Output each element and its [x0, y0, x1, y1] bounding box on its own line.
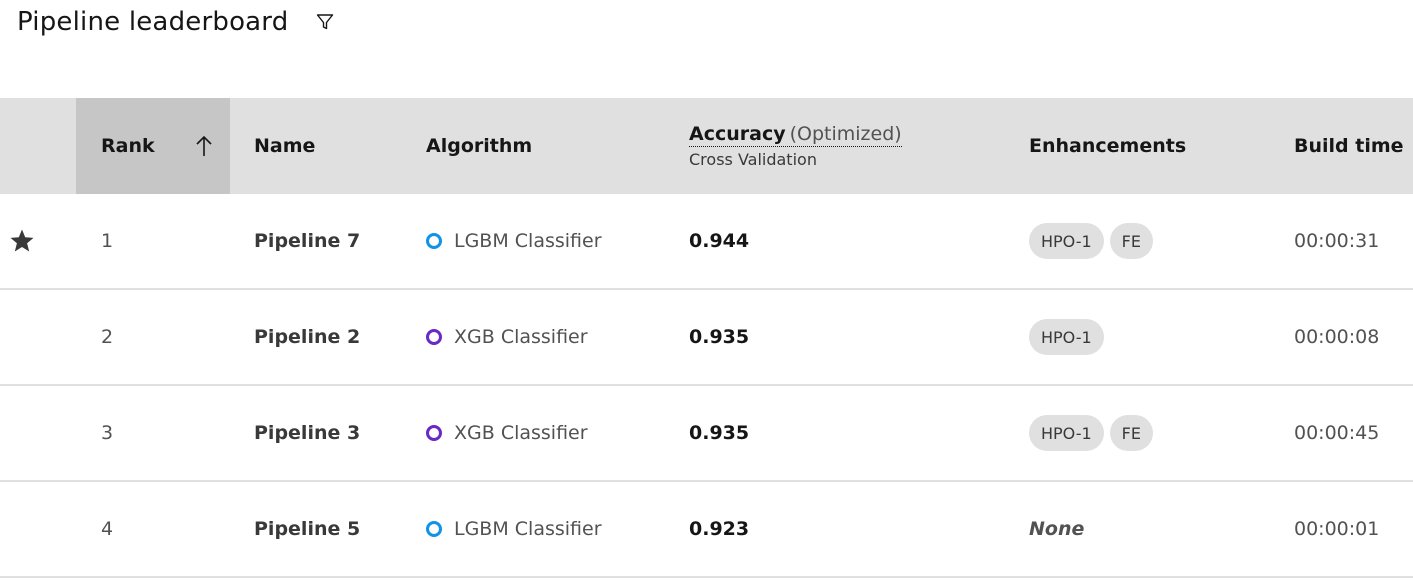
enhancement-tag: HPO-1	[1029, 319, 1104, 355]
rank-value: 4	[101, 518, 114, 540]
algorithm-dot-icon	[426, 521, 442, 537]
accuracy-cell: 0.923	[666, 482, 1006, 576]
page-header: Pipeline leaderboard	[17, 0, 336, 44]
enhancements-cell: HPO-1	[1006, 290, 1270, 384]
name-cell[interactable]: Pipeline 7	[230, 194, 402, 288]
build-time-value: 00:00:45	[1294, 422, 1380, 444]
accuracy-value: 0.923	[689, 518, 750, 540]
rank-cell: 4	[76, 482, 230, 576]
name-cell[interactable]: Pipeline 2	[230, 290, 402, 384]
table-row[interactable]: 1 Pipeline 7 LGBM Classifier 0.944 HPO-1…	[0, 194, 1413, 290]
algorithm-value: XGB Classifier	[454, 326, 588, 348]
accuracy-cell: 0.935	[666, 386, 1006, 480]
header-enhancements[interactable]: Enhancements	[1006, 98, 1270, 194]
table-row[interactable]: 2 Pipeline 2 XGB Classifier 0.935 HPO-1 …	[0, 290, 1413, 386]
build-time-value: 00:00:31	[1294, 230, 1380, 252]
leaderboard-table: Rank Name Algorithm Accuracy (Optimized) …	[0, 98, 1413, 578]
build-time-cell: 00:00:45	[1270, 386, 1413, 480]
header-build-time[interactable]: Build time	[1270, 98, 1413, 194]
algorithm-cell: XGB Classifier	[402, 386, 666, 480]
accuracy-value: 0.935	[689, 422, 750, 444]
algorithm-value: XGB Classifier	[454, 422, 588, 444]
star-icon	[9, 228, 35, 254]
build-time-value: 00:00:01	[1294, 518, 1380, 540]
build-time-cell: 00:00:31	[1270, 194, 1413, 288]
rank-cell: 2	[76, 290, 230, 384]
algorithm-dot-icon	[426, 329, 442, 345]
enhancements-cell: HPO-1 FE	[1006, 194, 1270, 288]
star-cell	[0, 386, 76, 480]
enhancements-none: None	[1029, 518, 1085, 540]
header-accuracy-label: Accuracy	[689, 123, 786, 145]
star-cell	[0, 290, 76, 384]
algorithm-cell: LGBM Classifier	[402, 194, 666, 288]
name-cell[interactable]: Pipeline 3	[230, 386, 402, 480]
filter-icon[interactable]	[314, 11, 336, 33]
accuracy-value: 0.935	[689, 326, 750, 348]
star-cell	[0, 194, 76, 288]
algorithm-cell: XGB Classifier	[402, 290, 666, 384]
header-accuracy-optimized: (Optimized)	[789, 123, 902, 145]
algorithm-value: LGBM Classifier	[454, 230, 602, 252]
rank-value: 1	[101, 230, 114, 252]
build-time-value: 00:00:08	[1294, 326, 1380, 348]
header-star-column	[0, 98, 76, 194]
enhancement-tag: HPO-1	[1029, 415, 1104, 451]
accuracy-header-tooltip-trigger[interactable]: Accuracy (Optimized)	[689, 123, 902, 147]
accuracy-cell: 0.944	[666, 194, 1006, 288]
algorithm-value: LGBM Classifier	[454, 518, 602, 540]
algorithm-dot-icon	[426, 425, 442, 441]
accuracy-cell: 0.935	[666, 290, 1006, 384]
star-cell	[0, 482, 76, 576]
build-time-cell: 00:00:08	[1270, 290, 1413, 384]
table-header-row: Rank Name Algorithm Accuracy (Optimized) …	[0, 98, 1413, 194]
enhancements-cell: None	[1006, 482, 1270, 576]
header-rank[interactable]: Rank	[76, 98, 230, 194]
pipeline-name[interactable]: Pipeline 3	[254, 422, 360, 444]
algorithm-cell: LGBM Classifier	[402, 482, 666, 576]
name-cell[interactable]: Pipeline 5	[230, 482, 402, 576]
pipeline-name[interactable]: Pipeline 5	[254, 518, 360, 540]
header-accuracy-subtitle: Cross Validation	[689, 150, 817, 169]
enhancements-cell: HPO-1 FE	[1006, 386, 1270, 480]
enhancement-tag: FE	[1109, 415, 1153, 451]
header-algorithm-label: Algorithm	[426, 135, 533, 157]
header-build-time-label: Build time	[1294, 135, 1404, 157]
header-enhancements-label: Enhancements	[1029, 135, 1187, 157]
build-time-cell: 00:00:01	[1270, 482, 1413, 576]
header-algorithm[interactable]: Algorithm	[402, 98, 666, 194]
algorithm-dot-icon	[426, 233, 442, 249]
table-row[interactable]: 3 Pipeline 3 XGB Classifier 0.935 HPO-1 F…	[0, 386, 1413, 482]
rank-cell: 3	[76, 386, 230, 480]
enhancement-tag: HPO-1	[1029, 223, 1104, 259]
table-row[interactable]: 4 Pipeline 5 LGBM Classifier 0.923 None …	[0, 482, 1413, 578]
rank-value: 2	[101, 326, 114, 348]
enhancement-tag: FE	[1109, 223, 1153, 259]
page-title: Pipeline leaderboard	[17, 7, 289, 37]
header-name-label: Name	[254, 135, 316, 157]
accuracy-value: 0.944	[689, 230, 750, 252]
header-rank-label: Rank	[101, 135, 155, 157]
rank-cell: 1	[76, 194, 230, 288]
header-name[interactable]: Name	[230, 98, 402, 194]
rank-value: 3	[101, 422, 114, 444]
header-accuracy[interactable]: Accuracy (Optimized) Cross Validation	[666, 98, 1006, 194]
pipeline-name[interactable]: Pipeline 7	[254, 230, 360, 252]
pipeline-name[interactable]: Pipeline 2	[254, 326, 360, 348]
table-body: 1 Pipeline 7 LGBM Classifier 0.944 HPO-1…	[0, 194, 1413, 578]
arrow-up-icon[interactable]	[192, 134, 216, 158]
